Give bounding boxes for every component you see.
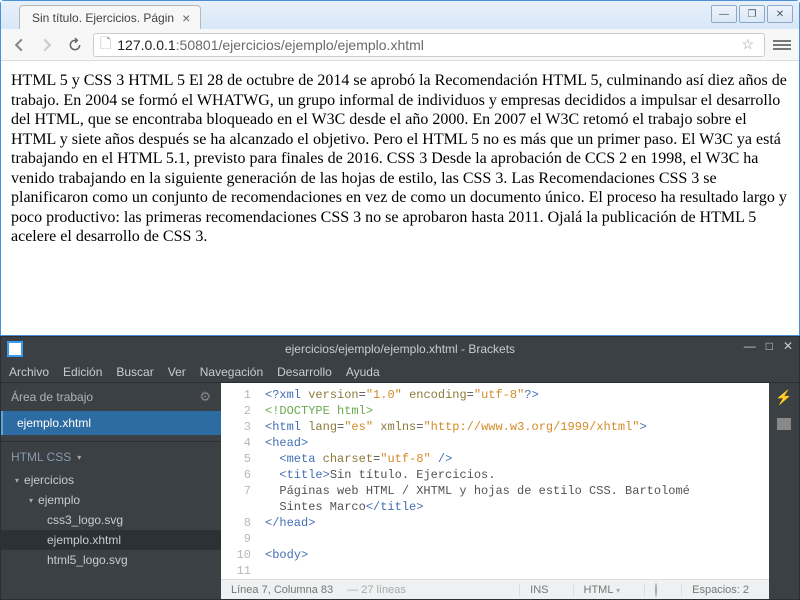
code-editor[interactable]: 123456789101112 <?xml version="1.0" enco…: [221, 383, 769, 579]
right-toolbar: ⚡: [769, 383, 799, 599]
tree-file-ejemplo-xhtml[interactable]: ejemplo.xhtml: [1, 530, 221, 550]
address-bar[interactable]: 🗋 127.0.0.1:50801/ejercicios/ejemplo/eje…: [93, 33, 765, 57]
tree-file-html5-logo[interactable]: html5_logo.svg: [1, 550, 221, 570]
chrome-menu-icon[interactable]: [773, 40, 791, 50]
tab-title: Sin título. Ejercicios. Págin: [32, 11, 174, 25]
sidebar: Área de trabajo ⚙ ejemplo.xhtml HTML CSS…: [1, 383, 221, 599]
chevron-down-icon: ▾: [77, 453, 81, 462]
status-lint[interactable]: [644, 584, 667, 596]
status-cursor[interactable]: Línea 7, Columna 83: [231, 584, 333, 596]
window-controls: — ❐ ✕: [711, 5, 793, 23]
chrome-titlebar: Sin título. Ejercicios. Págin × — ❐ ✕: [1, 1, 799, 29]
line-gutter: 123456789101112: [221, 383, 259, 579]
forward-button[interactable]: [37, 35, 57, 55]
open-file-item[interactable]: ejemplo.xhtml: [1, 411, 221, 435]
status-ins[interactable]: INS: [519, 584, 558, 596]
tree-folder-ejemplo[interactable]: ▾ejemplo: [1, 490, 221, 510]
maximize-button[interactable]: □: [766, 339, 773, 353]
sidebar-workarea-header: Área de trabajo ⚙: [1, 383, 221, 411]
menu-edicion[interactable]: Edición: [63, 365, 102, 379]
gear-icon[interactable]: ⚙: [199, 389, 211, 405]
brackets-app-icon: [7, 341, 23, 357]
chrome-toolbar: 🗋 127.0.0.1:50801/ejercicios/ejemplo/eje…: [1, 29, 799, 61]
chrome-browser-window: Sin título. Ejercicios. Págin × — ❐ ✕ 🗋 …: [0, 0, 800, 336]
bookmark-star-icon[interactable]: ☆: [741, 36, 754, 53]
maximize-button[interactable]: ❐: [739, 5, 765, 23]
page-viewport: HTML 5 y CSS 3 HTML 5 El 28 de octubre d…: [1, 61, 799, 335]
close-button[interactable]: ✕: [783, 339, 793, 353]
minimize-button[interactable]: —: [744, 339, 756, 353]
chevron-down-icon: ▾: [616, 586, 620, 595]
circle-icon: [655, 583, 657, 597]
url-path: /ejercicios/ejemplo/ejemplo.xhtml: [218, 37, 423, 53]
code-content[interactable]: <?xml version="1.0" encoding="utf-8"?> <…: [259, 383, 769, 579]
status-spaces[interactable]: Espacios: 2: [681, 584, 759, 596]
status-bar: Línea 7, Columna 83 — 27 líneas INS HTML…: [221, 579, 769, 599]
status-total-lines: — 27 líneas: [347, 584, 406, 596]
brackets-editor-window: ejercicios/ejemplo/ejemplo.xhtml - Brack…: [0, 336, 800, 600]
file-tree: ▾ejercicios ▾ejemplo css3_logo.svg ejemp…: [1, 468, 221, 572]
close-button[interactable]: ✕: [767, 5, 793, 23]
brackets-body: Área de trabajo ⚙ ejemplo.xhtml HTML CSS…: [1, 383, 799, 599]
close-tab-icon[interactable]: ×: [182, 10, 190, 26]
chevron-down-icon: ▾: [15, 476, 19, 485]
brackets-menubar: Archivo Edición Buscar Ver Navegación De…: [1, 361, 799, 383]
tree-folder-ejercicios[interactable]: ▾ejercicios: [1, 470, 221, 490]
brackets-window-controls: — □ ✕: [744, 339, 793, 353]
browser-tab[interactable]: Sin título. Ejercicios. Págin ×: [19, 5, 201, 29]
workarea-label: Área de trabajo: [11, 390, 93, 404]
menu-desarrollo[interactable]: Desarrollo: [277, 365, 332, 379]
project-dropdown[interactable]: HTML CSS ▾: [1, 441, 221, 468]
minimize-button[interactable]: —: [711, 5, 737, 23]
tree-file-css3-logo[interactable]: css3_logo.svg: [1, 510, 221, 530]
menu-buscar[interactable]: Buscar: [116, 365, 153, 379]
editor-main: 123456789101112 <?xml version="1.0" enco…: [221, 383, 769, 599]
reload-button[interactable]: [65, 35, 85, 55]
menu-ayuda[interactable]: Ayuda: [346, 365, 380, 379]
brackets-title: ejercicios/ejemplo/ejemplo.xhtml - Brack…: [1, 342, 799, 356]
file-icon: 🗋: [100, 33, 111, 57]
url-port: :50801: [176, 37, 219, 53]
page-text: HTML 5 y CSS 3 HTML 5 El 28 de octubre d…: [11, 71, 789, 247]
menu-ver[interactable]: Ver: [168, 365, 186, 379]
extension-manager-icon[interactable]: [777, 418, 791, 430]
chevron-down-icon: ▾: [29, 496, 33, 505]
project-label: HTML CSS: [11, 450, 71, 464]
url-host: 127.0.0.1: [117, 37, 175, 53]
menu-archivo[interactable]: Archivo: [9, 365, 49, 379]
menu-navegacion[interactable]: Navegación: [200, 365, 263, 379]
status-lang[interactable]: HTML ▾: [573, 584, 631, 596]
back-button[interactable]: [9, 35, 29, 55]
live-preview-icon[interactable]: ⚡: [775, 389, 792, 406]
brackets-titlebar: ejercicios/ejemplo/ejemplo.xhtml - Brack…: [1, 337, 799, 361]
